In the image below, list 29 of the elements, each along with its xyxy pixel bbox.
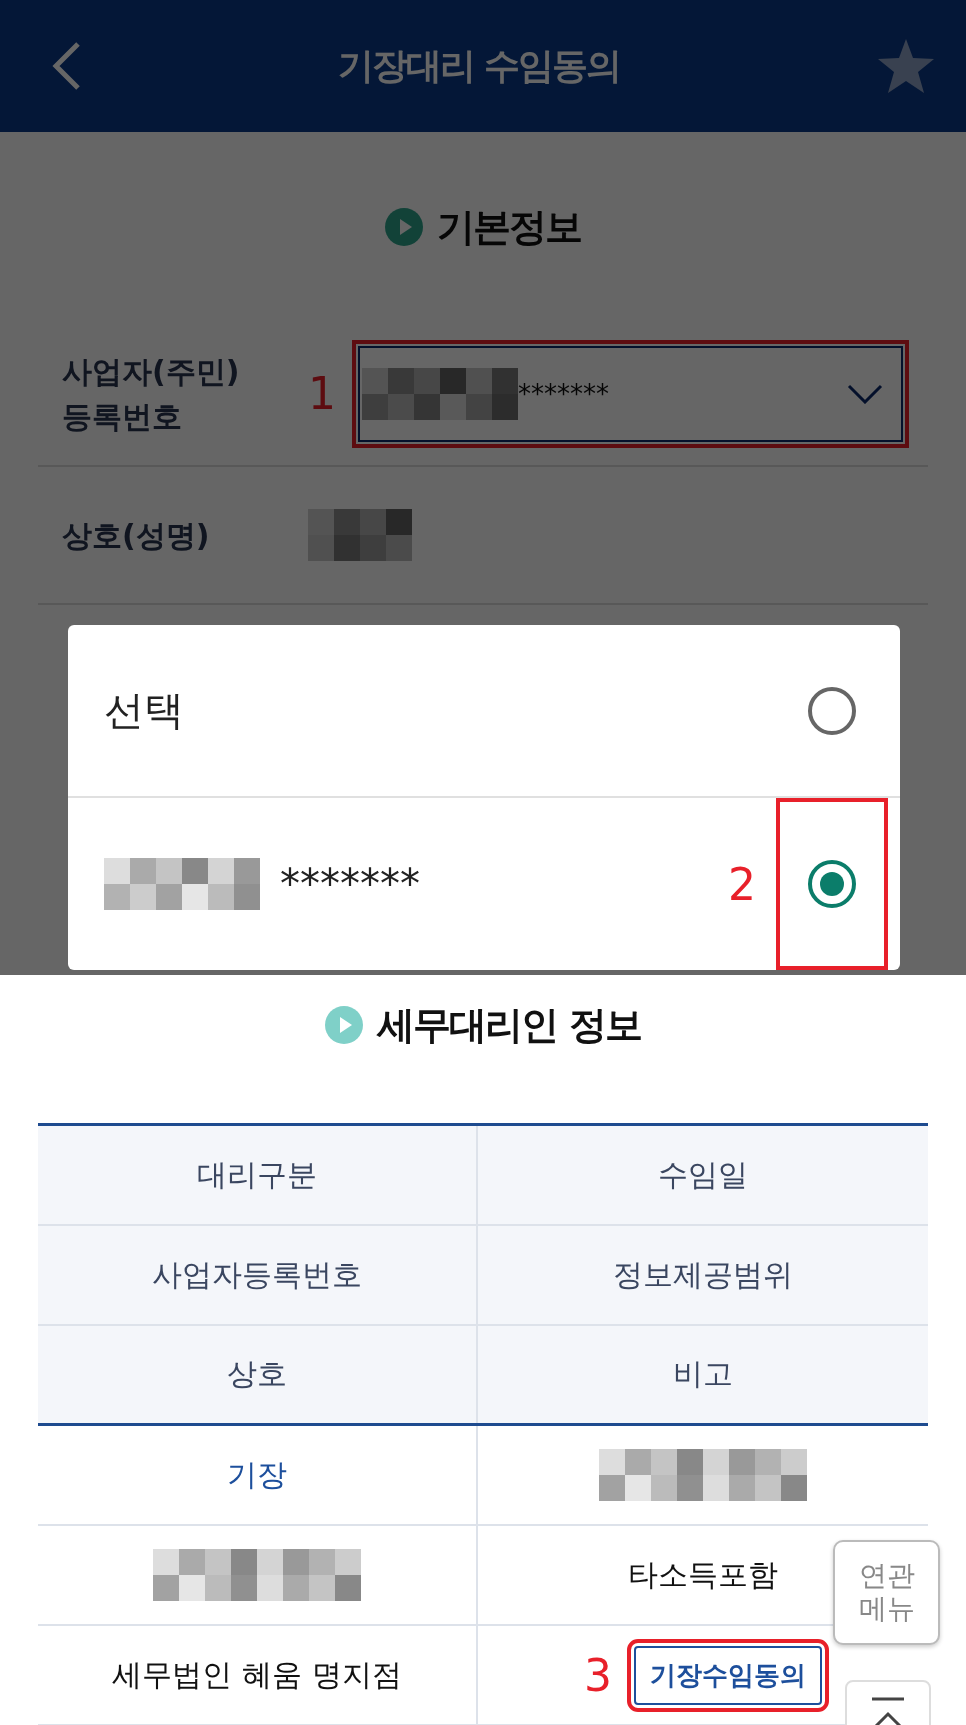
option-label[interactable]: 선택 — [104, 683, 756, 738]
radio-button[interactable] — [806, 684, 858, 737]
callout-number: 3 — [584, 1649, 612, 1701]
callout-number: 1 — [308, 368, 337, 419]
table-cell-text: 타소득포함 — [628, 1555, 778, 1594]
section-title: 세무대리인 정보 — [377, 1001, 641, 1049]
agency-type-link[interactable]: 기장 — [227, 1454, 287, 1496]
option-label[interactable]: ******* — [280, 861, 708, 907]
column-header: 상호 — [227, 1355, 287, 1393]
back-icon[interactable] — [50, 40, 82, 92]
play-circle-icon — [325, 1006, 364, 1044]
star-icon[interactable] — [876, 37, 936, 95]
column-header: 정보제공범위 — [613, 1255, 793, 1294]
callout-number: 2 — [728, 858, 756, 910]
column-header: 비고 — [673, 1355, 733, 1393]
section-title: 기본정보 — [437, 203, 581, 251]
chevron-down-icon — [847, 383, 883, 404]
scroll-top-button[interactable] — [845, 1680, 931, 1725]
play-circle-icon — [385, 208, 423, 246]
page-title: 기장대리 수임동의 — [337, 43, 621, 88]
column-header: 대리구분 — [197, 1155, 317, 1194]
related-menu-button[interactable]: 연관 메뉴 — [833, 1540, 940, 1645]
field-label: 상호(성명) — [61, 516, 211, 555]
radio-button[interactable] — [806, 858, 858, 910]
field-label: 사업자(주민) 등록번호 — [61, 352, 241, 436]
column-header: 사업자등록번호 — [152, 1255, 362, 1294]
table-cell-text: 세무법인 혜움 명지점 — [112, 1655, 402, 1694]
masked-number: ******* — [518, 378, 609, 409]
column-header: 수임일 — [658, 1155, 748, 1194]
